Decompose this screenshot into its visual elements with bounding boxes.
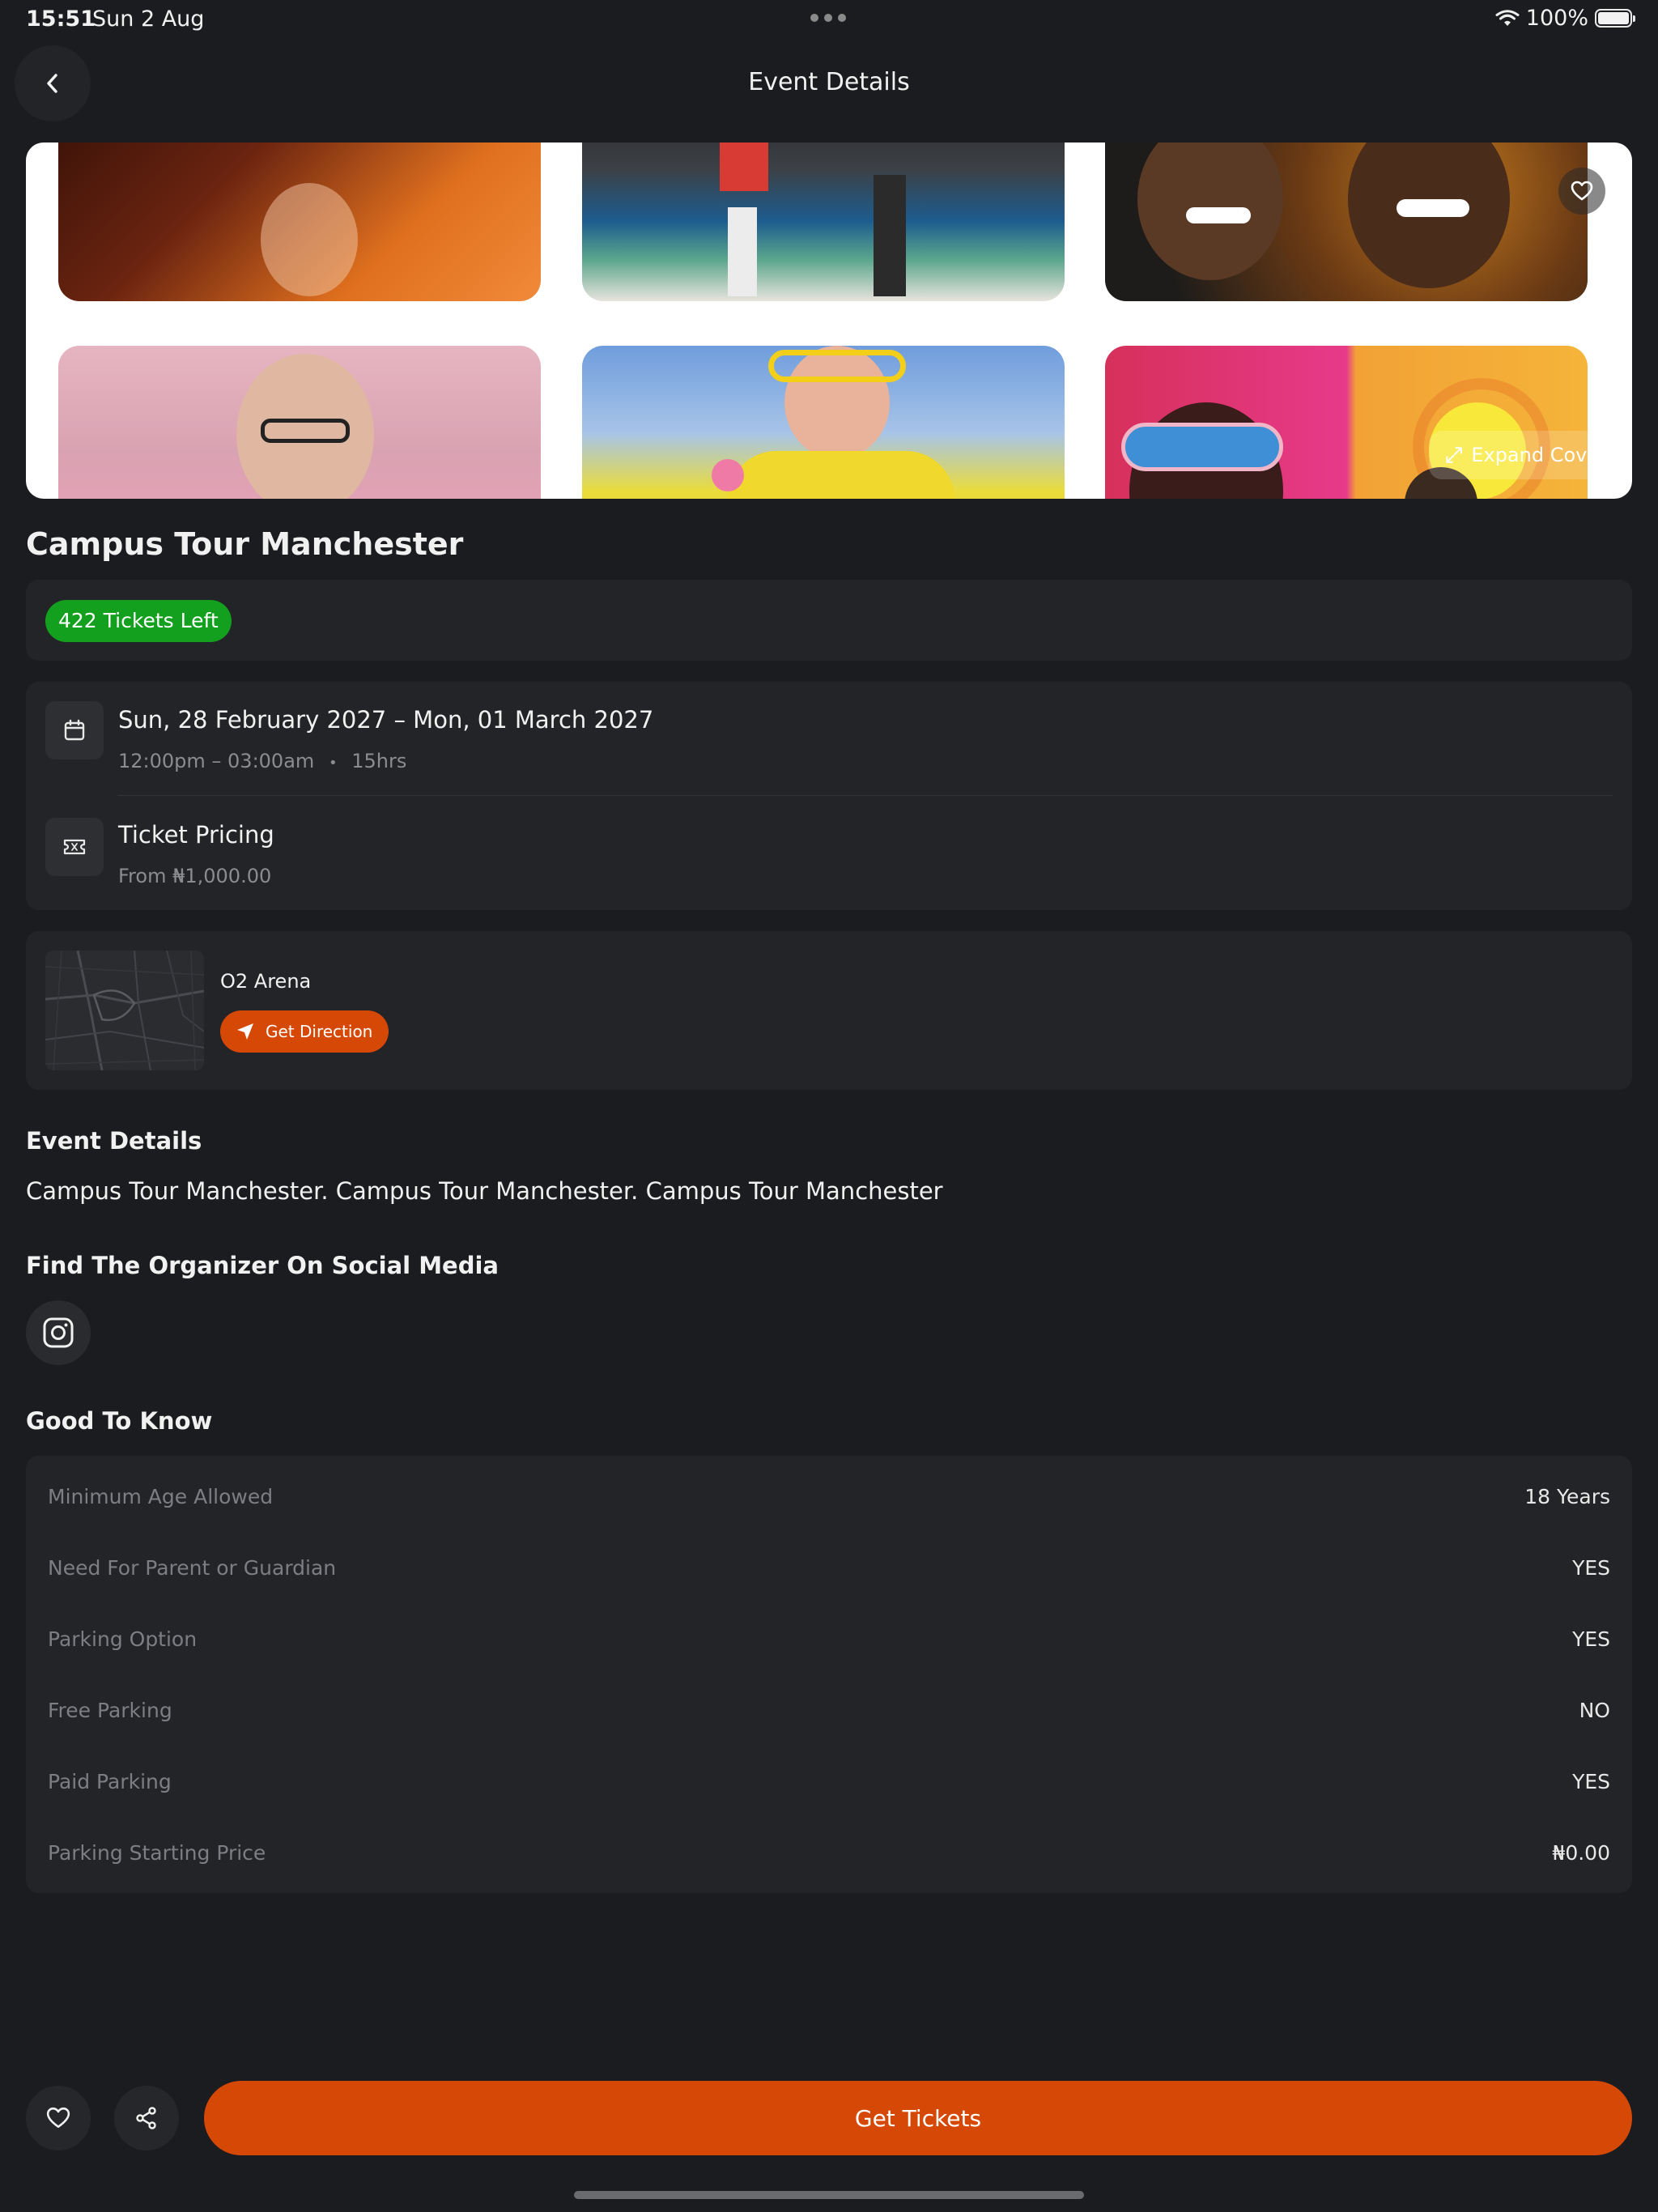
event-duration: 15hrs: [351, 750, 407, 772]
battery-icon: [1595, 9, 1635, 28]
schedule-pricing-card: Sun, 28 February 2027 – Mon, 01 March 20…: [26, 682, 1632, 910]
venue-name: O2 Arena: [220, 970, 312, 993]
know-value: YES: [1572, 1555, 1610, 1580]
home-indicator[interactable]: [574, 2191, 1084, 2199]
calendar-icon-box: [45, 701, 104, 759]
know-value: YES: [1572, 1627, 1610, 1651]
favorite-button[interactable]: [26, 2086, 91, 2150]
expand-cover-label: Expand Cover: [1471, 444, 1607, 466]
know-row: Need For Parent or Guardian YES: [48, 1543, 1610, 1592]
favorite-cover-button[interactable]: [1558, 168, 1605, 215]
get-tickets-button[interactable]: Get Tickets: [204, 2081, 1632, 2155]
ticket-icon-box: [45, 818, 104, 876]
page-title: Event Details: [748, 68, 910, 96]
social-heading: Find The Organizer On Social Media: [26, 1252, 499, 1279]
know-row: Parking Option YES: [48, 1614, 1610, 1663]
event-date-range: Sun, 28 February 2027 – Mon, 01 March 20…: [118, 706, 654, 734]
multitasking-dots-icon[interactable]: [810, 14, 846, 22]
good-to-know-heading: Good To Know: [26, 1407, 213, 1435]
battery-percent: 100%: [1525, 6, 1588, 31]
get-direction-label: Get Direction: [266, 1022, 373, 1041]
event-time-range: 12:00pm – 03:00am: [118, 750, 315, 772]
ticket-icon: [63, 839, 86, 855]
instagram-button[interactable]: [26, 1300, 91, 1365]
calendar-icon: [64, 719, 85, 741]
venue-card: O2 Arena Get Direction: [26, 931, 1632, 1090]
good-to-know-card: Minimum Age Allowed 18 Years Need For Pa…: [26, 1456, 1632, 1893]
event-description: Campus Tour Manchester. Campus Tour Manc…: [26, 1177, 943, 1205]
event-time-row: 12:00pm – 03:00am • 15hrs: [118, 750, 406, 772]
know-label: Free Parking: [48, 1698, 172, 1722]
ticket-pricing-from: From ₦1,000.00: [118, 865, 272, 887]
share-button[interactable]: [114, 2086, 179, 2150]
gallery-image-2[interactable]: [582, 143, 1065, 301]
tickets-left-badge: 422 Tickets Left: [45, 600, 232, 642]
instagram-icon: [43, 1317, 74, 1348]
event-details-heading: Event Details: [26, 1127, 202, 1155]
status-time: 15:51: [26, 6, 96, 32]
tickets-card: 422 Tickets Left: [26, 580, 1632, 661]
know-value: 18 Years: [1524, 1484, 1610, 1508]
know-row: Minimum Age Allowed 18 Years: [48, 1472, 1610, 1521]
ticket-pricing-title: Ticket Pricing: [118, 821, 274, 849]
know-value: YES: [1572, 1769, 1610, 1793]
status-bar: 15:51 Sun 2 Aug 100%: [0, 0, 1658, 39]
know-row: Parking Starting Price ₦0.00: [48, 1828, 1610, 1877]
share-icon: [136, 2107, 156, 2129]
divider: [118, 795, 1613, 796]
gallery-image-5[interactable]: [582, 346, 1065, 499]
know-value: NO: [1579, 1698, 1610, 1722]
know-label: Paid Parking: [48, 1769, 172, 1793]
venue-map-thumbnail[interactable]: [45, 951, 204, 1070]
cover-gallery[interactable]: Expand Cover: [26, 143, 1632, 499]
know-label: Need For Parent or Guardian: [48, 1555, 337, 1580]
know-row: Free Parking NO: [48, 1686, 1610, 1734]
map-icon: [45, 951, 204, 1070]
know-row: Paid Parking YES: [48, 1757, 1610, 1806]
get-direction-button[interactable]: Get Direction: [220, 1010, 389, 1053]
gallery-image-3[interactable]: [1105, 143, 1588, 301]
heart-icon: [1571, 181, 1593, 201]
know-value: ₦0.00: [1552, 1840, 1610, 1865]
gallery-image-4[interactable]: [58, 346, 541, 499]
navigation-arrow-icon: [237, 1023, 253, 1040]
expand-icon: [1446, 447, 1462, 463]
event-name: Campus Tour Manchester: [26, 526, 464, 562]
time-separator: •: [328, 755, 338, 772]
status-indicators: 100%: [1495, 6, 1635, 31]
status-date: Sun 2 Aug: [92, 6, 205, 32]
heart-icon: [46, 2107, 70, 2128]
know-label: Minimum Age Allowed: [48, 1484, 274, 1508]
know-label: Parking Option: [48, 1627, 198, 1651]
know-label: Parking Starting Price: [48, 1840, 266, 1865]
expand-cover-button[interactable]: Expand Cover: [1429, 431, 1607, 479]
gallery-image-1[interactable]: [58, 143, 541, 301]
wifi-icon: [1495, 9, 1520, 26]
